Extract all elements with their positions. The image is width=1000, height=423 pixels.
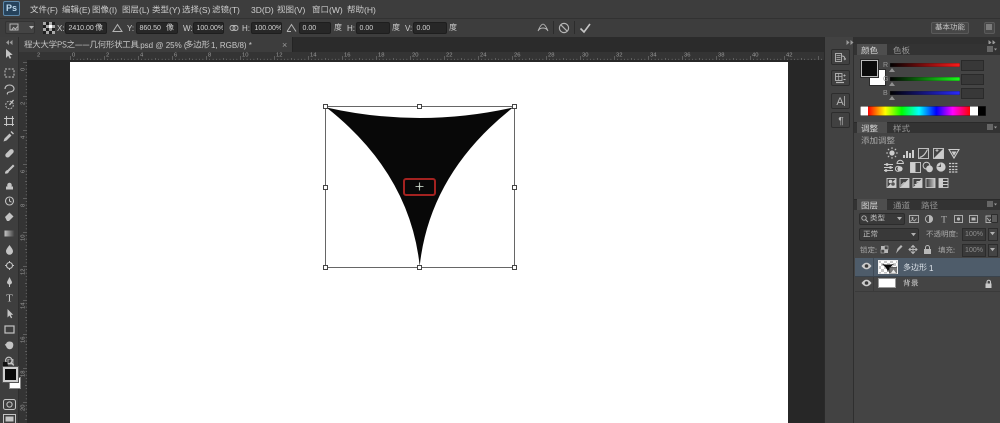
svg-text:T: T — [6, 293, 13, 305]
svg-text:A: A — [836, 96, 844, 107]
svg-text:¶: ¶ — [838, 116, 843, 126]
svg-text:T: T — [941, 215, 947, 225]
